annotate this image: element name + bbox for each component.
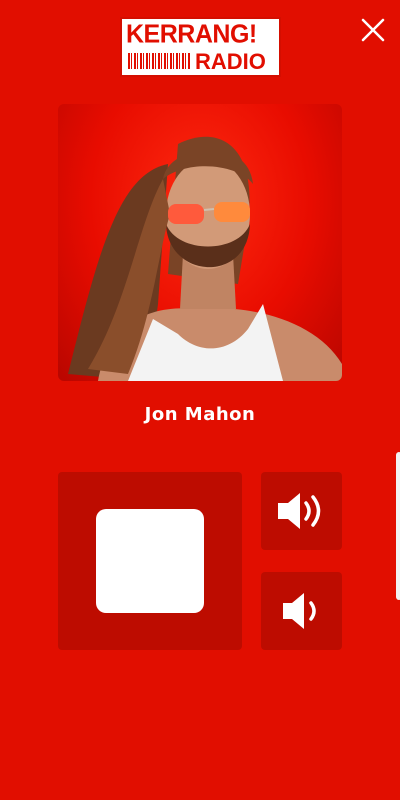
volume-up-button[interactable] [261,472,342,550]
presenter-name: Jon Mahon [144,404,256,425]
kerrang-radio-logo: KERRANG! RADIO [120,17,281,77]
presenter-photo [58,104,342,381]
close-button[interactable] [358,15,388,45]
scroll-handle[interactable] [396,452,400,600]
logo-text-radio: RADIO [195,49,266,74]
logo-text-kerrang: KERRANG! [126,19,257,49]
volume-up-icon [278,493,321,529]
stop-icon [96,509,204,613]
stop-button[interactable] [58,472,242,650]
close-icon [361,18,385,42]
presenter-portrait-illustration [68,136,342,381]
volume-down-icon [283,593,316,629]
volume-down-button[interactable] [261,572,342,650]
logo-barcode-graphic [128,53,190,69]
